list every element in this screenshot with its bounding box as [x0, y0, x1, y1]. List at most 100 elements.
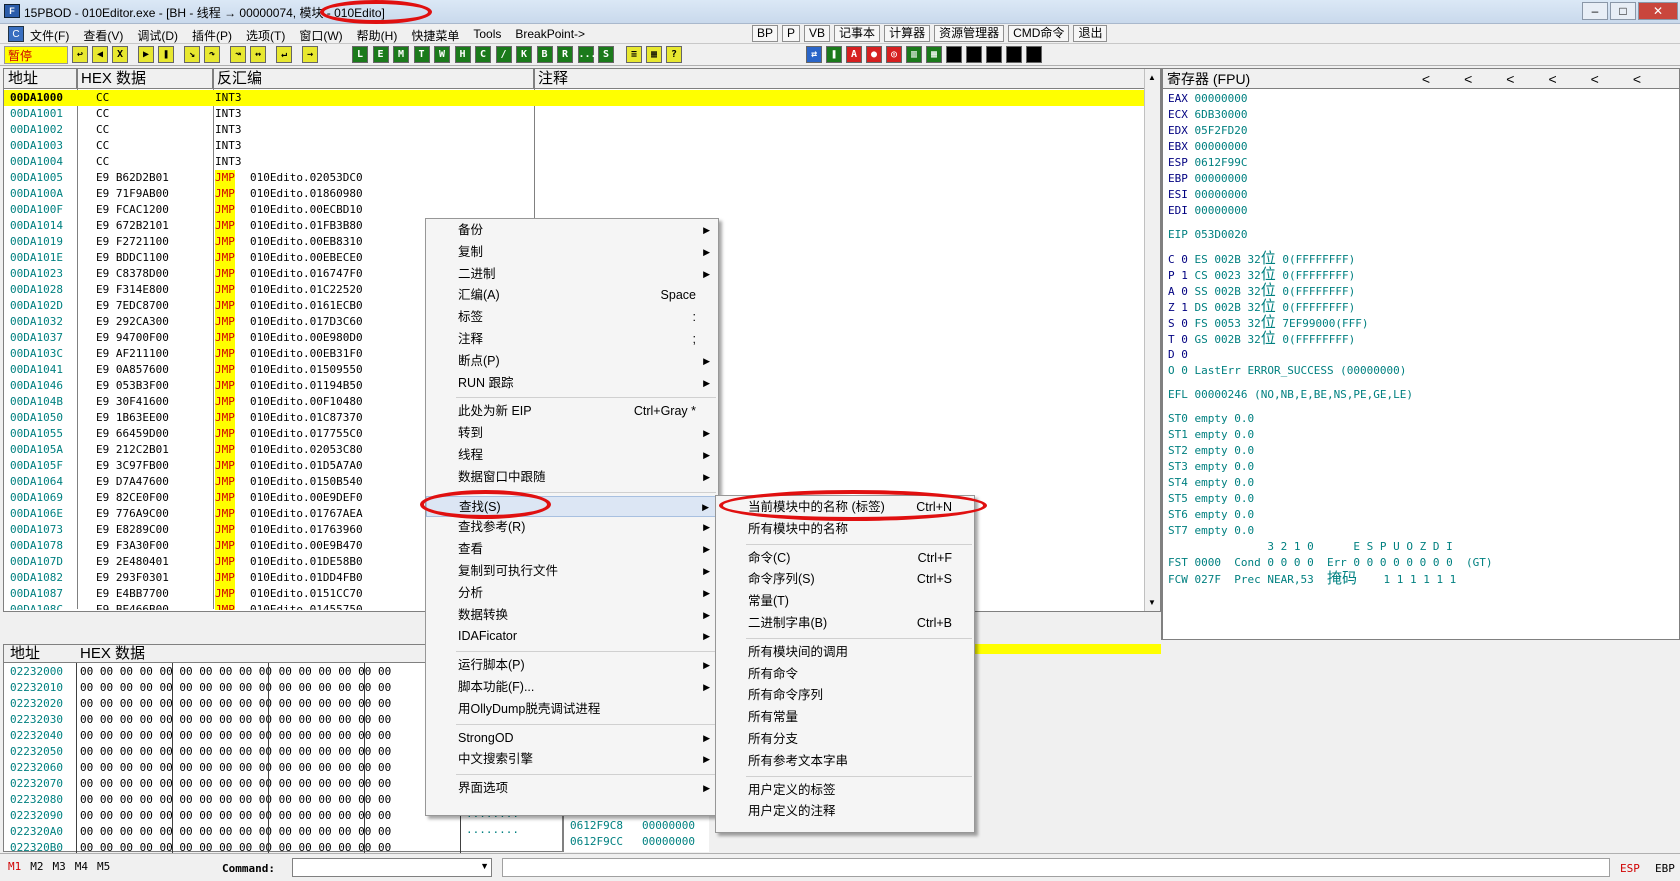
register-line[interactable]: ST7 empty 0.0: [1168, 523, 1493, 539]
black-button-3[interactable]: [986, 46, 1002, 63]
menu-item[interactable]: 选项(T): [246, 27, 285, 44]
disasm-row[interactable]: 00DA1000 CC INT3: [4, 90, 1144, 106]
window-button-8[interactable]: K: [516, 46, 532, 63]
memory-tab[interactable]: M4: [75, 860, 88, 873]
disasm-row[interactable]: 00DA100F E9 FCAC1200 JMP 010Edito.00ECBD10: [4, 202, 1144, 218]
register-nav-arrows[interactable]: <<<<<<: [1422, 69, 1675, 89]
flag[interactable]: D 0: [1168, 348, 1188, 361]
menu-item[interactable]: 插件(P): [192, 27, 232, 44]
register-value[interactable]: 6DB30000: [1195, 108, 1248, 121]
nav-arrow-icon[interactable]: <: [1548, 71, 1590, 87]
step-into-icon[interactable]: ↘: [184, 46, 200, 63]
col-header-comment[interactable]: 注释: [534, 69, 1146, 89]
menu-item[interactable]: 脚本功能(F)... ▶: [426, 677, 718, 699]
register-line[interactable]: [1168, 243, 1493, 251]
menu-item[interactable]: 查看(V): [83, 27, 123, 44]
dump-col-address[interactable]: 地址: [10, 645, 40, 663]
rewind-icon[interactable]: ◀: [92, 46, 108, 63]
menu-item[interactable]: Tools: [473, 27, 501, 44]
menu-item[interactable]: RUN 跟踪 ▶: [426, 373, 718, 395]
register-line[interactable]: S 0 FS 0053 32位 7EF99000(FFF): [1168, 315, 1493, 331]
register-line[interactable]: 3 2 1 0 E S P U O Z D I: [1168, 539, 1493, 555]
help-icon[interactable]: ?: [666, 46, 682, 63]
fpu-register[interactable]: ST0 empty 0.0: [1168, 412, 1254, 425]
fst-line[interactable]: FST 0000 Cond 0 0 0 0 Err 0 0 0 0 0 0 0 …: [1168, 556, 1493, 569]
register-line[interactable]: EBX 00000000: [1168, 139, 1493, 155]
fpu-register[interactable]: ST3 empty 0.0: [1168, 460, 1254, 473]
black-button-1[interactable]: [946, 46, 962, 63]
menu-item[interactable]: 所有常量: [716, 707, 974, 729]
goto-icon[interactable]: →: [302, 46, 318, 63]
trace-into-icon[interactable]: ↝: [230, 46, 246, 63]
fpu-register[interactable]: ST5 empty 0.0: [1168, 492, 1254, 505]
quick-button[interactable]: CMD命令: [1008, 25, 1070, 42]
register-line[interactable]: EIP 053D0020: [1168, 227, 1493, 243]
execute-till-return-icon[interactable]: ↵: [276, 46, 292, 63]
menu-item[interactable]: 复制 ▶: [426, 242, 718, 264]
quick-button[interactable]: 资源管理器: [934, 25, 1005, 42]
menu-item[interactable]: 所有分支: [716, 729, 974, 751]
register-line[interactable]: ST2 empty 0.0: [1168, 443, 1493, 459]
menu-item[interactable]: 断点(P) ▶: [426, 351, 718, 373]
menu-item[interactable]: IDAFicator ▶: [426, 626, 718, 648]
nav-arrow-icon[interactable]: <: [1591, 71, 1633, 87]
plugin-icon-a[interactable]: A: [846, 46, 862, 63]
menu-item[interactable]: 文件(F): [30, 27, 69, 44]
menu-item[interactable]: 二进制字串(B) Ctrl+B: [716, 613, 974, 635]
memory-tab[interactable]: M5: [97, 860, 110, 873]
refresh-icon[interactable]: ⇄: [806, 46, 822, 63]
open-icon[interactable]: ↩: [72, 46, 88, 63]
window-button-1[interactable]: E: [372, 46, 389, 63]
register-line[interactable]: ST1 empty 0.0: [1168, 427, 1493, 443]
quick-button[interactable]: 记事本: [834, 25, 881, 42]
window-button-6[interactable]: C: [475, 46, 491, 63]
window-button-12[interactable]: S: [598, 46, 614, 63]
menu-item[interactable]: 调试(D): [137, 27, 178, 44]
menu-item[interactable]: 命令序列(S) Ctrl+S: [716, 569, 974, 591]
window-button-3[interactable]: T: [413, 46, 430, 63]
register-line[interactable]: EAX 00000000: [1168, 91, 1493, 107]
dump-col-hex[interactable]: HEX 数据: [80, 645, 145, 663]
register-line[interactable]: D 0: [1168, 347, 1493, 363]
menu-item[interactable]: StrongOD ▶: [426, 728, 718, 750]
fpu-register[interactable]: ST6 empty 0.0: [1168, 508, 1254, 521]
fpu-register[interactable]: ST7 empty 0.0: [1168, 524, 1254, 537]
disasm-row[interactable]: 00DA1001 CC INT3: [4, 106, 1144, 122]
fpu-register[interactable]: ST4 empty 0.0: [1168, 476, 1254, 489]
fcw-line[interactable]: FCW 027F Prec NEAR,53: [1168, 573, 1327, 586]
menu-item[interactable]: 命令(C) Ctrl+F: [716, 548, 974, 570]
nav-arrow-icon[interactable]: <: [1464, 71, 1506, 87]
register-value[interactable]: 0612F99C: [1195, 156, 1248, 169]
menu-item[interactable]: 窗口(W): [299, 27, 342, 44]
register-line[interactable]: ECX 6DB30000: [1168, 107, 1493, 123]
window-button-9[interactable]: B: [536, 46, 553, 63]
flag[interactable]: T 0: [1168, 333, 1188, 346]
stack-row[interactable]: 0612F9CC 00000000: [570, 834, 710, 850]
black-button-5[interactable]: [1026, 46, 1042, 63]
register-line[interactable]: EDX 05F2FD20: [1168, 123, 1493, 139]
flag[interactable]: S 0: [1168, 317, 1188, 330]
register-line[interactable]: FCW 027F Prec NEAR,53 掩码 1 1 1 1 1 1: [1168, 571, 1493, 587]
register-line[interactable]: EFL 00000246 (NO,NB,E,BE,NS,PE,GE,LE): [1168, 387, 1493, 403]
step-over-icon[interactable]: ↷: [204, 46, 220, 63]
list-icon[interactable]: ≡: [626, 46, 642, 63]
grid-icon[interactable]: ▦: [646, 46, 662, 63]
menu-item[interactable]: 所有命令: [716, 664, 974, 686]
close-process-icon[interactable]: X: [112, 46, 128, 63]
register-line[interactable]: ST6 empty 0.0: [1168, 507, 1493, 523]
register-line[interactable]: ST0 empty 0.0: [1168, 411, 1493, 427]
menu-item[interactable]: 所有命令序列: [716, 685, 974, 707]
menu-item[interactable]: 注释;: [426, 329, 718, 351]
flag[interactable]: P 1: [1168, 269, 1188, 282]
memory-tab[interactable]: M2: [30, 860, 43, 873]
bars-icon[interactable]: ▥: [906, 46, 922, 63]
menu-item[interactable]: 运行脚本(P) ▶: [426, 655, 718, 677]
quick-button[interactable]: BP: [752, 25, 779, 42]
flag[interactable]: A 0: [1168, 285, 1188, 298]
menu-item[interactable]: 所有模块间的调用: [716, 642, 974, 664]
register-value[interactable]: 00000000: [1195, 92, 1248, 105]
menu-item[interactable]: 转到 ▶: [426, 423, 718, 445]
menu-item[interactable]: 分析 ▶: [426, 583, 718, 605]
menu-item[interactable]: 用户定义的标签: [716, 780, 974, 802]
disasm-row[interactable]: 00DA100A E9 71F9AB00 JMP 010Edito.01860980: [4, 186, 1144, 202]
